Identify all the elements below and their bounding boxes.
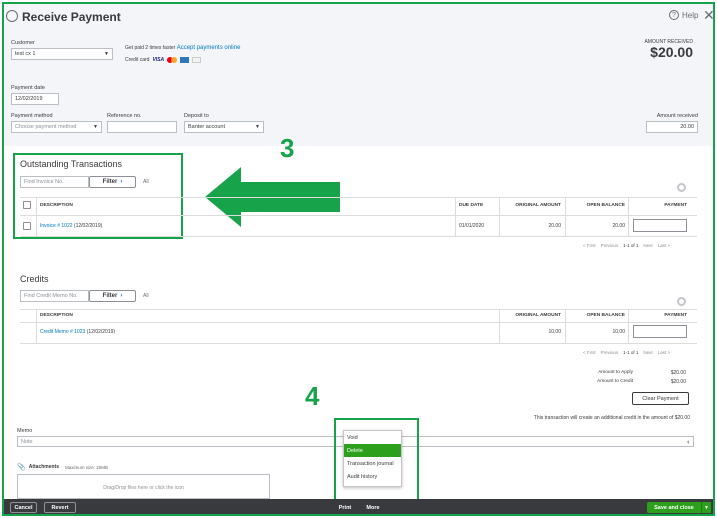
annotation-frame: [2, 2, 715, 516]
